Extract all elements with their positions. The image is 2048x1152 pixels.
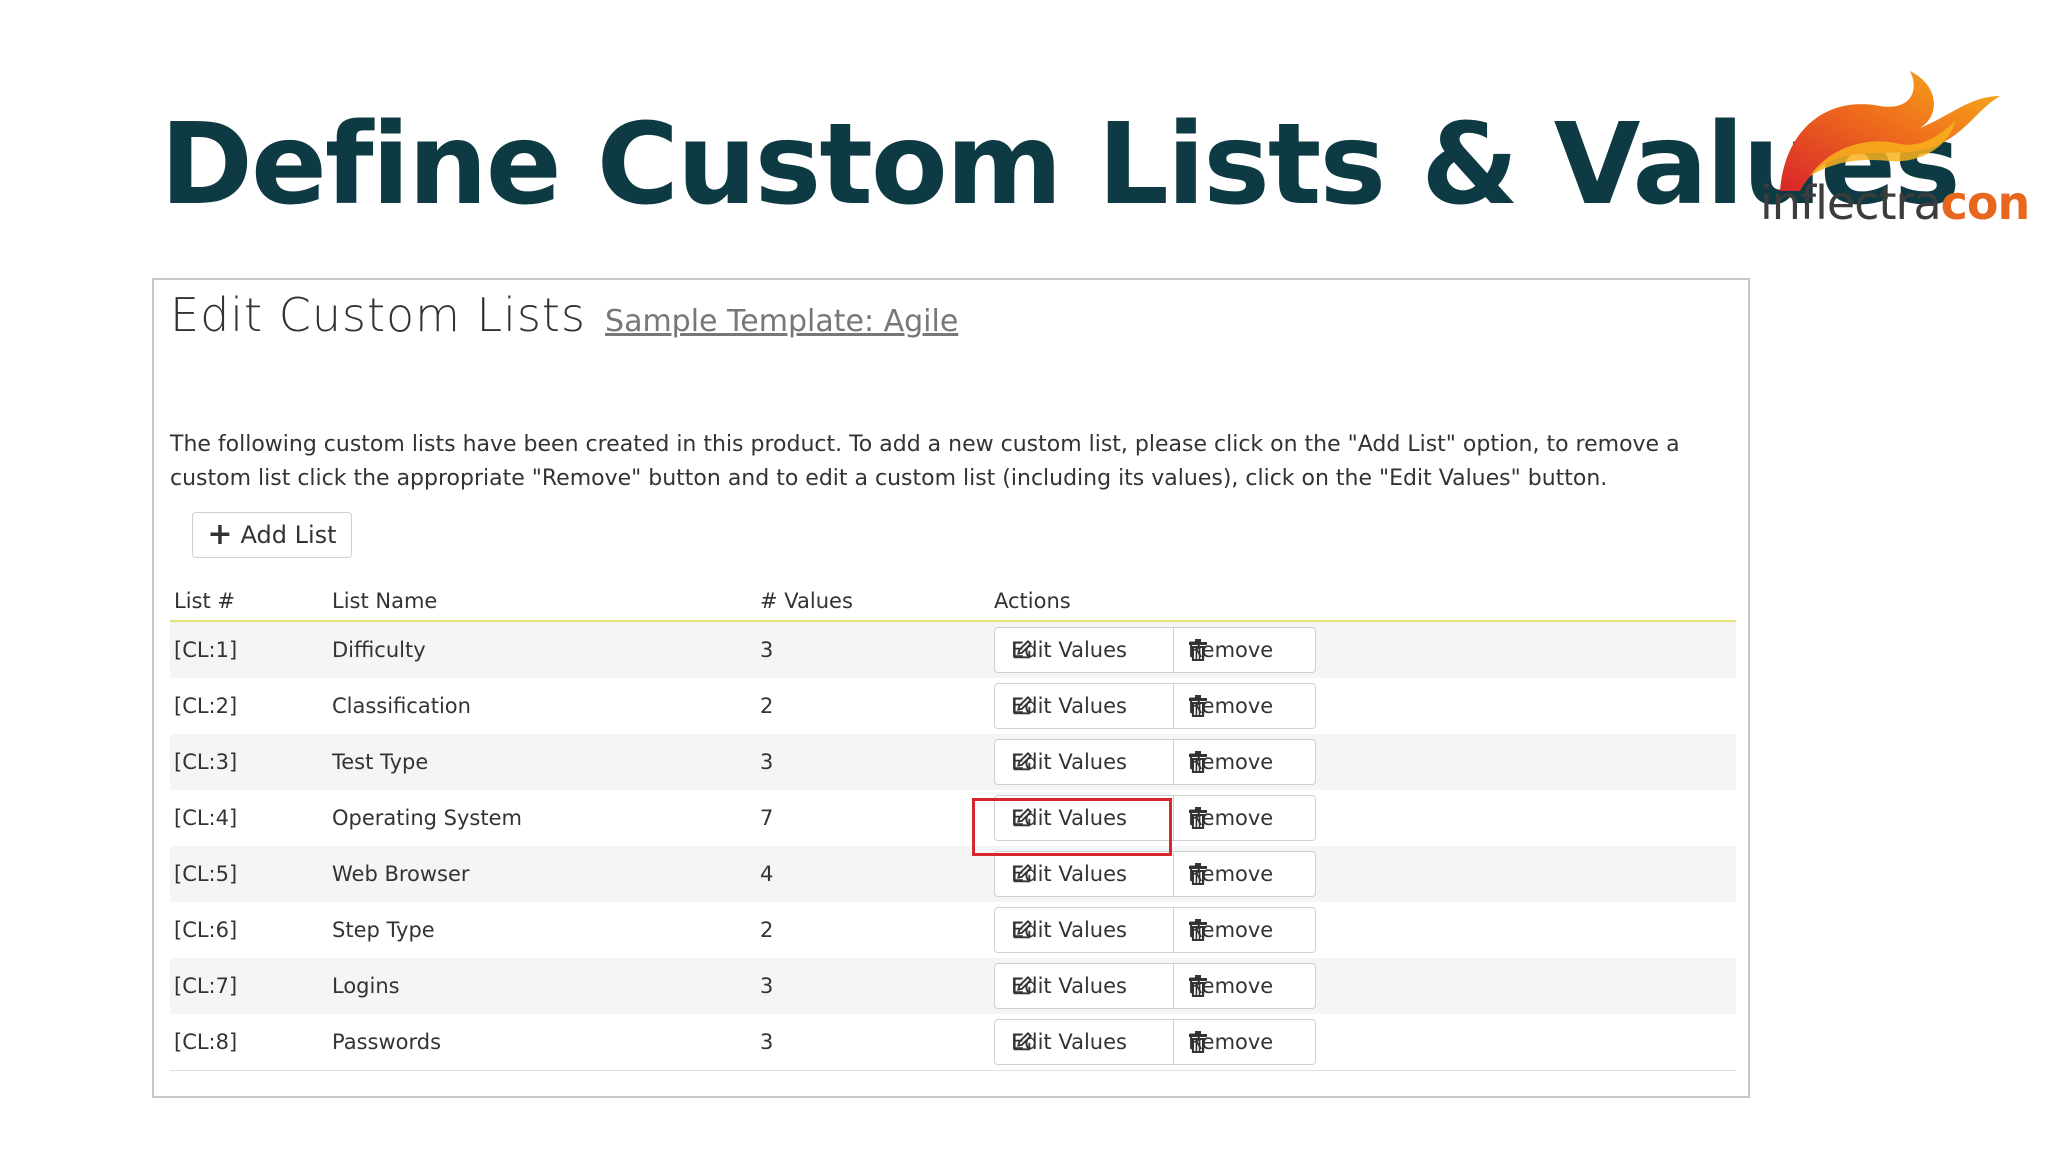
list-name: Passwords [332, 1030, 442, 1054]
header-actions: Actions [994, 589, 1071, 613]
list-name: Step Type [332, 918, 435, 942]
header-list-name: List Name [332, 589, 438, 613]
row-actions: Edit Values Remove [994, 795, 1316, 841]
values-count: 4 [760, 862, 774, 886]
remove-label: Remove [1188, 638, 1274, 662]
values-count: 3 [760, 638, 774, 662]
intro-text: The following custom lists have been cre… [170, 432, 1680, 491]
list-id: [CL:6] [174, 918, 238, 942]
edit-values-button[interactable]: Edit Values [994, 907, 1174, 953]
edit-values-button[interactable]: Edit Values [994, 795, 1174, 841]
edit-values-label: Edit Values [1011, 694, 1127, 718]
table-row: [CL:8] Passwords 3 Edit Values Remove [170, 1014, 1736, 1071]
row-actions: Edit Values Remove [994, 963, 1316, 1009]
header-values: # Values [760, 589, 853, 613]
table-row: [CL:3] Test Type 3 Edit Values Remove [170, 734, 1736, 790]
edit-values-label: Edit Values [1011, 750, 1127, 774]
table-row: [CL:4] Operating System 7 Edit Values Remove [170, 790, 1736, 846]
edit-values-label: Edit Values [1011, 806, 1127, 830]
table-row: [CL:5] Web Browser 4 Edit Values Remove [170, 846, 1736, 902]
list-id: [CL:4] [174, 806, 238, 830]
edit-values-label: Edit Values [1011, 918, 1127, 942]
edit-values-button[interactable]: Edit Values [994, 963, 1174, 1009]
remove-button[interactable]: Remove [1174, 1019, 1316, 1065]
template-link[interactable]: Sample Template: Agile [605, 304, 958, 339]
remove-label: Remove [1188, 974, 1274, 998]
edit-values-button[interactable]: Edit Values [994, 683, 1174, 729]
row-actions: Edit Values Remove [994, 851, 1316, 897]
custom-lists-table: List # List Name # Values Actions [CL:1]… [170, 582, 1736, 1071]
logo-text: inflectracon [1760, 176, 2030, 230]
list-name: Logins [332, 974, 400, 998]
remove-label: Remove [1188, 806, 1274, 830]
remove-button[interactable]: Remove [1174, 907, 1316, 953]
edit-values-label: Edit Values [1011, 862, 1127, 886]
remove-button[interactable]: Remove [1174, 627, 1316, 673]
row-actions: Edit Values Remove [994, 627, 1316, 673]
edit-values-button[interactable]: Edit Values [994, 1019, 1174, 1065]
edit-values-label: Edit Values [1011, 974, 1127, 998]
edit-values-label: Edit Values [1011, 638, 1127, 662]
edit-values-button[interactable]: Edit Values [994, 627, 1174, 673]
add-list-button[interactable]: + Add List [192, 512, 352, 558]
row-actions: Edit Values Remove [994, 739, 1316, 785]
list-name: Difficulty [332, 638, 426, 662]
list-id: [CL:1] [174, 638, 238, 662]
table-row: [CL:2] Classification 2 Edit Values Remove [170, 678, 1736, 734]
list-id: [CL:8] [174, 1030, 238, 1054]
table-row: [CL:1] Difficulty 3 Edit Values Remove [170, 622, 1736, 678]
values-count: 2 [760, 694, 774, 718]
row-actions: Edit Values Remove [994, 907, 1316, 953]
remove-label: Remove [1188, 750, 1274, 774]
list-id: [CL:5] [174, 862, 238, 886]
header-list-num: List # [174, 589, 235, 613]
values-count: 2 [760, 918, 774, 942]
add-list-label: Add List [240, 521, 337, 549]
slide-title: Define Custom Lists & Values [160, 100, 1961, 230]
list-name: Classification [332, 694, 471, 718]
list-name: Operating System [332, 806, 522, 830]
inflectracon-logo: inflectracon [1760, 66, 2030, 232]
panel-heading: Edit Custom Lists Sample Template: Agile [170, 288, 958, 342]
list-id: [CL:7] [174, 974, 238, 998]
table-row: [CL:6] Step Type 2 Edit Values Remove [170, 902, 1736, 958]
edit-values-label: Edit Values [1011, 1030, 1127, 1054]
remove-label: Remove [1188, 862, 1274, 886]
edit-values-button[interactable]: Edit Values [994, 851, 1174, 897]
row-actions: Edit Values Remove [994, 1019, 1316, 1065]
table-row: [CL:7] Logins 3 Edit Values Remove [170, 958, 1736, 1014]
remove-button[interactable]: Remove [1174, 683, 1316, 729]
table-body: [CL:1] Difficulty 3 Edit Values Remove [CL:2]… [170, 622, 1736, 1071]
remove-label: Remove [1188, 918, 1274, 942]
panel-title: Edit Custom Lists [170, 288, 586, 342]
remove-label: Remove [1188, 1030, 1274, 1054]
values-count: 3 [760, 1030, 774, 1054]
values-count: 3 [760, 974, 774, 998]
list-name: Web Browser [332, 862, 470, 886]
values-count: 3 [760, 750, 774, 774]
values-count: 7 [760, 806, 774, 830]
edit-custom-lists-panel: Edit Custom Lists Sample Template: Agile… [152, 278, 1750, 1098]
list-id: [CL:3] [174, 750, 238, 774]
remove-label: Remove [1188, 694, 1274, 718]
remove-button[interactable]: Remove [1174, 851, 1316, 897]
edit-values-button[interactable]: Edit Values [994, 739, 1174, 785]
list-id: [CL:2] [174, 694, 238, 718]
table-header: List # List Name # Values Actions [170, 582, 1736, 622]
list-name: Test Type [332, 750, 429, 774]
remove-button[interactable]: Remove [1174, 739, 1316, 785]
remove-button[interactable]: Remove [1174, 795, 1316, 841]
row-actions: Edit Values Remove [994, 683, 1316, 729]
remove-button[interactable]: Remove [1174, 963, 1316, 1009]
plus-icon: + [207, 517, 233, 552]
